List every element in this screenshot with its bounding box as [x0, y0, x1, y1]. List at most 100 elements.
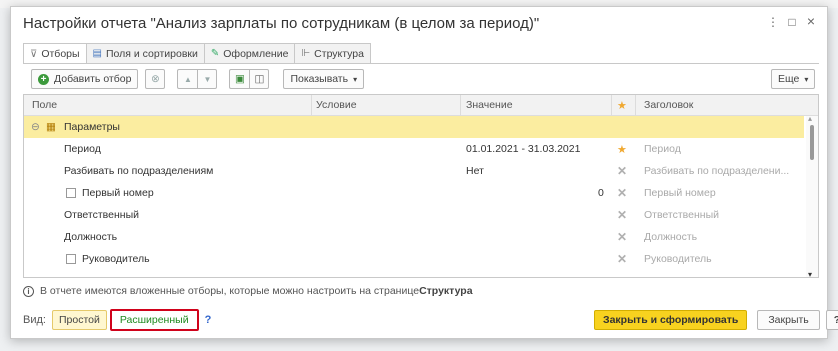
row-title: Руководитель	[644, 253, 712, 265]
column-condition[interactable]: Условие	[316, 99, 357, 111]
vertical-scrollbar[interactable]: ▴ ▾	[806, 114, 818, 277]
simple-view-button[interactable]: Простой	[51, 310, 107, 330]
ungroup-icon: ◫	[254, 73, 265, 85]
tab-label: Структура	[314, 47, 364, 60]
dialog-title: Настройки отчета "Анализ зарплаты по сот…	[23, 15, 540, 32]
column-value[interactable]: Значение	[466, 99, 513, 111]
toolbar: + Добавить отбор ⊗ ▲ ▼ ▣ ◫ Показывать ▾	[31, 69, 365, 89]
close-and-generate-button[interactable]: Закрыть и сформировать	[594, 310, 748, 330]
arrow-down-icon: ▼	[203, 74, 212, 84]
row-title: Ответственный	[644, 209, 719, 221]
close-icon[interactable]: ✕	[617, 230, 627, 244]
row-checkbox[interactable]	[66, 254, 76, 264]
structure-icon: ⊩	[301, 48, 311, 59]
column-separator	[611, 95, 612, 116]
table-header: Поле Условие Значение ★ Заголовок	[24, 95, 818, 116]
move-up-button[interactable]: ▲	[177, 69, 198, 89]
tab-filters[interactable]: ⊽ Отборы	[23, 43, 87, 64]
close-icon[interactable]: ✕	[617, 252, 627, 266]
filters-table: Поле Условие Значение ★ Заголовок ⊖ ▦ Па…	[23, 94, 819, 278]
row-title: Период	[644, 143, 681, 155]
column-separator	[635, 95, 636, 116]
simple-label: Простой	[58, 314, 100, 326]
close-icon[interactable]: ✕	[617, 164, 627, 178]
row-field: Руководитель	[82, 253, 150, 265]
row-field: Разбивать по подразделениям	[64, 165, 214, 177]
fields-icon: ▤	[92, 48, 102, 59]
maximize-icon[interactable]: □	[785, 15, 799, 29]
arrow-up-icon: ▲	[183, 74, 192, 84]
row-title: Разбивать по подразделени...	[644, 165, 790, 177]
close-icon[interactable]: ✕	[617, 186, 627, 200]
row-value[interactable]: 0	[598, 187, 604, 199]
table-row-group[interactable]: ⊖ ▦ Параметры	[24, 116, 804, 138]
delete-icon: ⊗	[151, 73, 160, 85]
delete-button[interactable]: ⊗	[145, 69, 166, 89]
group-label: Параметры	[64, 121, 120, 133]
table-row[interactable]: Должность ✕ Должность	[24, 226, 804, 248]
tab-appearance[interactable]: ✎ Оформление	[203, 43, 296, 63]
row-field: Период	[64, 143, 101, 155]
filter-icon: ⊽	[30, 48, 38, 60]
row-title: Первый номер	[644, 187, 716, 199]
info-icon: i	[23, 285, 34, 297]
more-icon[interactable]: ⋮	[766, 15, 780, 29]
table-row[interactable]: Первый номер 0 ✕ Первый номер	[24, 182, 804, 204]
more-label: Еще	[778, 73, 800, 85]
add-filter-button[interactable]: + Добавить отбор	[31, 69, 139, 89]
ungroup-button[interactable]: ◫	[249, 69, 270, 89]
row-field: Должность	[64, 231, 118, 243]
advanced-view-button[interactable]: Расширенный	[109, 309, 199, 331]
settings-dialog: Настройки отчета "Анализ зарплаты по сот…	[10, 6, 838, 339]
table-row[interactable]: Руководитель ✕ Руководитель	[24, 248, 804, 270]
column-separator	[460, 95, 461, 116]
row-title: Должность	[644, 231, 698, 243]
table-row[interactable]: Ответственный ✕ Ответственный	[24, 204, 804, 226]
close-button[interactable]: Закрыть	[757, 310, 820, 330]
scrollbar-thumb[interactable]	[810, 125, 814, 160]
structure-link[interactable]: Структура	[419, 285, 472, 297]
group-icon: ▣	[234, 73, 245, 85]
parameters-icon: ▦	[46, 121, 56, 133]
tab-divider	[23, 63, 819, 64]
show-label: Показывать	[290, 73, 349, 85]
row-checkbox[interactable]	[66, 188, 76, 198]
tab-structure[interactable]: ⊩ Структура	[294, 43, 371, 63]
row-field: Ответственный	[64, 209, 139, 221]
close-label: Закрыть	[768, 314, 809, 326]
tab-label: Поля и сортировки	[106, 47, 198, 60]
row-value[interactable]: Нет	[466, 165, 484, 177]
chevron-down-icon: ▾	[353, 74, 358, 84]
close-and-generate-label: Закрыть и сформировать	[603, 314, 739, 326]
tab-label: Отборы	[41, 48, 80, 60]
help-button[interactable]: ?	[825, 310, 838, 330]
show-dropdown[interactable]: Показывать ▾	[283, 69, 365, 89]
view-label: Вид:	[23, 314, 46, 326]
row-value[interactable]: 01.01.2021 - 31.03.2021	[466, 143, 580, 155]
star-icon: ★	[617, 100, 627, 112]
add-filter-label: Добавить отбор	[54, 73, 132, 85]
row-field: Первый номер	[82, 187, 154, 199]
column-field[interactable]: Поле	[32, 99, 57, 111]
column-title[interactable]: Заголовок	[644, 99, 693, 111]
info-message: i В отчете имеются вложенные отборы, кот…	[23, 285, 473, 297]
table-row[interactable]: Период 01.01.2021 - 31.03.2021 ★ Период	[24, 138, 804, 160]
close-icon[interactable]: ×	[804, 13, 818, 29]
collapse-icon[interactable]: ⊖	[31, 121, 40, 133]
help-link[interactable]: ?	[205, 314, 212, 326]
tab-bar: ⊽ Отборы ▤ Поля и сортировки ✎ Оформлени…	[23, 43, 371, 64]
close-icon[interactable]: ✕	[617, 208, 627, 222]
scroll-down-icon[interactable]: ▾	[808, 270, 812, 277]
brush-icon: ✎	[210, 48, 220, 59]
more-dropdown[interactable]: Еще ▾	[771, 69, 816, 89]
star-icon[interactable]: ★	[617, 143, 627, 156]
group-button[interactable]: ▣	[229, 69, 250, 89]
chevron-down-icon: ▾	[804, 74, 809, 84]
advanced-label: Расширенный	[119, 314, 189, 326]
help-label: ?	[834, 314, 838, 326]
move-down-button[interactable]: ▼	[197, 69, 218, 89]
scroll-up-icon[interactable]: ▴	[808, 114, 812, 123]
table-row[interactable]: Разбивать по подразделениям Нет ✕ Разбив…	[24, 160, 804, 182]
info-text: В отчете имеются вложенные отборы, котор…	[40, 285, 420, 297]
tab-fields-sorting[interactable]: ▤ Поля и сортировки	[85, 43, 205, 63]
